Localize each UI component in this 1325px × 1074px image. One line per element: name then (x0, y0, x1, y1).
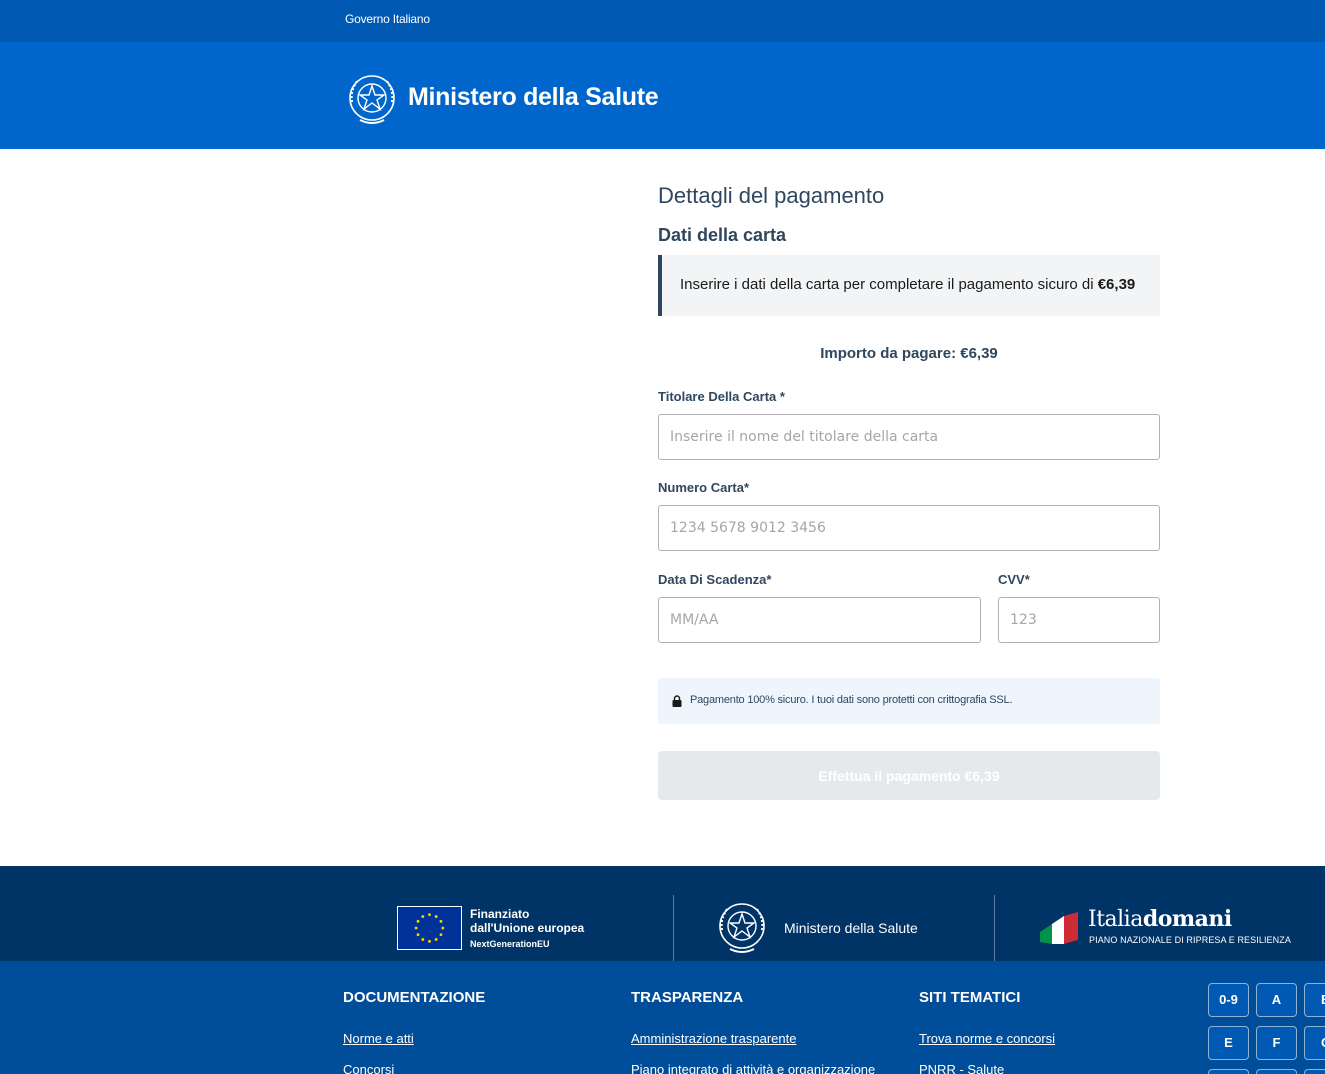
eu-flag-icon[interactable] (397, 906, 462, 950)
amount-to-pay: Importo da pagare: €6,39 (820, 345, 998, 362)
footer-link[interactable]: Concorsi (343, 1062, 394, 1074)
cvv-input[interactable] (998, 597, 1160, 643)
page-title: Dettagli del pagamento (658, 183, 885, 208)
footer-column-title: TRASPARENZA (631, 989, 744, 1006)
site-footer: DOCUMENTAZIONE Norme e atti Concorsi TRA… (0, 961, 1325, 1074)
emblem-icon[interactable] (346, 70, 398, 126)
callout-amount: €6,39 (1097, 276, 1136, 293)
az-index-button[interactable]: F (1256, 1026, 1297, 1060)
card-number-input[interactable] (658, 505, 1160, 551)
expiry-label: Data Di Scadenza* (658, 572, 772, 587)
az-index-button[interactable] (1208, 1069, 1249, 1074)
section-title: Dati della carta (658, 225, 787, 245)
az-index-button[interactable]: E (1208, 1026, 1249, 1060)
lock-icon (672, 695, 682, 707)
secure-note-text: Pagamento 100% sicuro. I tuoi dati sono … (690, 694, 1013, 706)
callout-text: Inserire i dati della carta per completa… (680, 276, 1135, 293)
italiadomani-subtitle: PIANO NAZIONALE DI RIPRESA E RESILIENZA (1089, 935, 1291, 945)
slim-header: Governo Italiano (0, 0, 1325, 42)
governo-italiano-link[interactable]: Governo Italiano (345, 12, 430, 26)
eu-line-2: dall'Unione europea (470, 921, 585, 935)
partner-logos: Finanziato dall'Unione europea NextGener… (0, 866, 1325, 961)
az-index-button[interactable]: G (1304, 1026, 1325, 1060)
footer-column-title: DOCUMENTAZIONE (343, 989, 486, 1006)
submit-payment-button[interactable]: Effettua il pagamento €6,39 (658, 751, 1160, 800)
emblem-icon[interactable] (716, 897, 768, 955)
card-number-label: Numero Carta* (658, 480, 750, 495)
callout-message: Inserire i dati della carta per completa… (680, 276, 1098, 293)
az-index-button[interactable] (1304, 1069, 1325, 1074)
az-index-button[interactable] (1256, 1069, 1297, 1074)
card-holder-input[interactable] (658, 414, 1160, 460)
divider (994, 895, 995, 961)
italia-flag-icon[interactable] (1038, 910, 1080, 946)
footer-column-title: SITI TEMATICI (919, 989, 1021, 1006)
italiadomani-logo[interactable]: Italiadomani (1088, 906, 1232, 932)
footer-link[interactable]: Amministrazione trasparente (631, 1031, 796, 1046)
az-index-button[interactable]: B (1304, 983, 1325, 1017)
footer-link[interactable]: Norme e atti (343, 1031, 414, 1046)
ministry-name[interactable]: Ministero della Salute (784, 920, 918, 936)
footer-link[interactable]: PNRR - Salute (919, 1062, 1004, 1074)
card-holder-label: Titolare Della Carta * (658, 389, 785, 404)
italiadomani-part1: Italia (1088, 907, 1143, 932)
footer-link[interactable]: Piano integrato di attività e organizzaz… (631, 1062, 875, 1074)
secure-payment-notice: Pagamento 100% sicuro. I tuoi dati sono … (658, 678, 1160, 724)
eu-line-3: NextGenerationEU (470, 939, 550, 949)
payment-callout: Inserire i dati della carta per completa… (658, 255, 1160, 316)
az-index-button[interactable]: 0-9 (1208, 983, 1249, 1017)
site-header: Ministero della Salute (0, 42, 1325, 149)
expiry-input[interactable] (658, 597, 981, 643)
eu-funding-text: Finanziato dall'Unione europea NextGener… (470, 907, 584, 951)
cvv-label: CVV* (998, 572, 1030, 587)
footer-link[interactable]: Trova norme e concorsi (919, 1031, 1055, 1046)
divider (673, 895, 674, 961)
az-index-button[interactable]: A (1256, 983, 1297, 1017)
site-title[interactable]: Ministero della Salute (408, 83, 659, 112)
eu-line-1: Finanziato (470, 907, 530, 921)
italiadomani-part2: domani (1142, 906, 1232, 932)
